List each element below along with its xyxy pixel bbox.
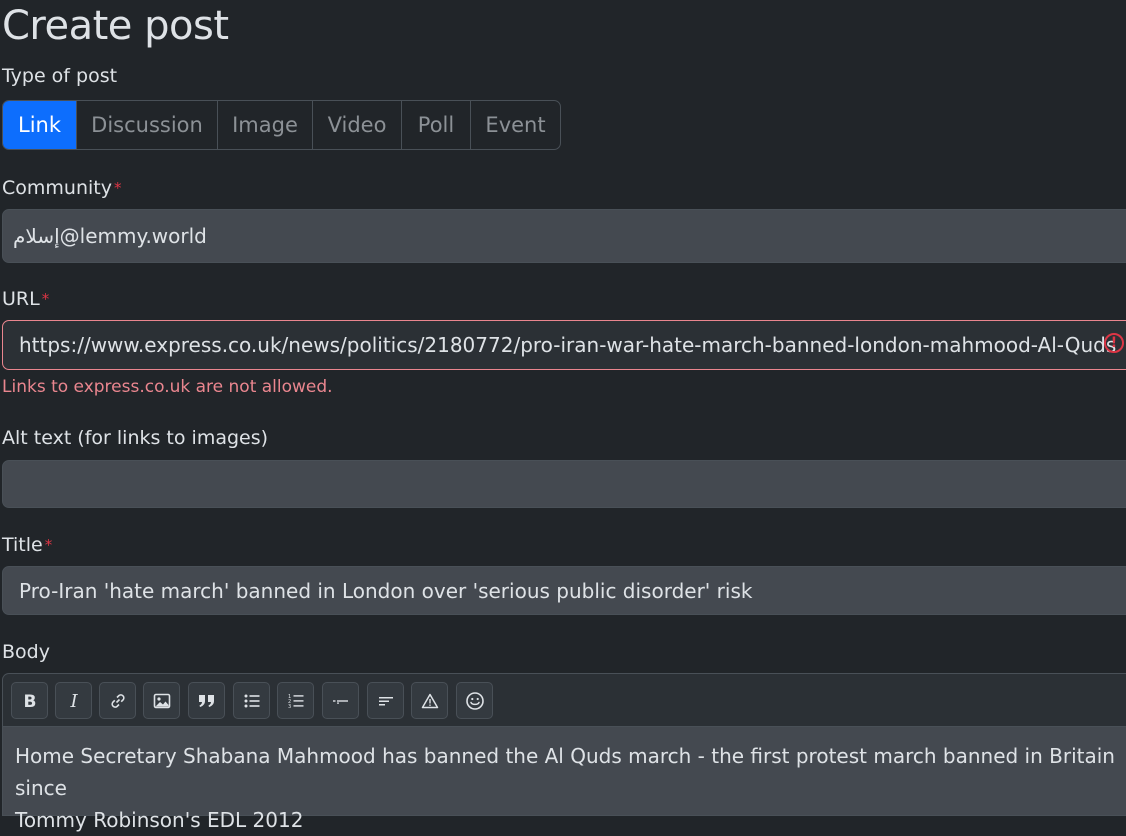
svg-text:3: 3 xyxy=(288,704,291,710)
svg-text:B: B xyxy=(23,692,36,710)
alt-text-label: Alt text (for links to images) xyxy=(2,427,269,449)
spoiler-button[interactable] xyxy=(411,682,448,719)
image-icon xyxy=(153,693,170,708)
link-icon xyxy=(110,693,125,708)
url-input[interactable]: https://www.express.co.uk/news/politics/… xyxy=(2,320,1126,370)
url-error-message: Links to express.co.uk are not allowed. xyxy=(2,377,333,397)
tab-event[interactable]: Event xyxy=(471,101,560,149)
community-label: Community * xyxy=(2,176,121,200)
community-select[interactable]: إسلام@lemmy.world xyxy=(2,209,1126,263)
subscript-icon xyxy=(378,696,393,705)
title-value: Pro-Iran 'hate march' banned in London o… xyxy=(19,578,753,603)
required-mark: * xyxy=(113,179,122,197)
required-mark: * xyxy=(41,290,50,308)
italic-button[interactable]: I xyxy=(55,682,92,719)
bullet-list-button[interactable] xyxy=(233,682,270,719)
post-type-label: Type of post xyxy=(2,65,118,87)
spoiler-warning-icon xyxy=(421,693,438,708)
markdown-toolbar: B I 123 xyxy=(2,673,1126,726)
alt-text-input[interactable] xyxy=(2,460,1126,508)
quote-icon xyxy=(198,694,214,707)
body-textarea[interactable]: Home Secretary Shabana Mahmood has banne… xyxy=(2,726,1126,832)
error-icon: ! xyxy=(1104,333,1124,353)
horizontal-rule-button[interactable] xyxy=(322,682,359,719)
tab-image[interactable]: Image xyxy=(218,101,313,149)
url-label-text: URL xyxy=(2,288,40,310)
tab-discussion[interactable]: Discussion xyxy=(77,101,218,149)
title-label: Title * xyxy=(2,533,52,557)
tab-poll[interactable]: Poll xyxy=(402,101,471,149)
tab-video[interactable]: Video xyxy=(313,101,402,149)
bold-icon: B xyxy=(23,692,36,710)
emoji-button[interactable] xyxy=(456,682,493,719)
community-label-text: Community xyxy=(2,177,112,199)
body-label: Body xyxy=(2,641,50,663)
title-label-text: Title xyxy=(2,534,43,556)
title-input[interactable]: Pro-Iran 'hate march' banned in London o… xyxy=(2,566,1126,615)
page-title: Create post xyxy=(2,3,229,49)
numbered-list-button[interactable]: 123 xyxy=(277,682,314,719)
link-button[interactable] xyxy=(99,682,136,719)
url-value: https://www.express.co.uk/news/politics/… xyxy=(19,333,1117,357)
post-type-tabs: Link Discussion Image Video Poll Event xyxy=(2,100,561,150)
quote-button[interactable] xyxy=(188,682,225,719)
image-button[interactable] xyxy=(143,682,180,719)
italic-icon: I xyxy=(69,692,78,710)
numbered-list-icon: 123 xyxy=(288,694,303,710)
bullet-list-icon xyxy=(244,694,259,707)
bold-button[interactable]: B xyxy=(11,682,48,719)
subscript-button[interactable] xyxy=(367,682,404,719)
url-label: URL * xyxy=(2,287,49,311)
required-mark: * xyxy=(44,536,53,554)
tab-link[interactable]: Link xyxy=(3,101,77,149)
community-value: إسلام@lemmy.world xyxy=(13,224,207,248)
svg-text:I: I xyxy=(69,692,78,710)
horizontal-rule-icon xyxy=(332,699,348,704)
emoji-icon xyxy=(465,691,484,710)
